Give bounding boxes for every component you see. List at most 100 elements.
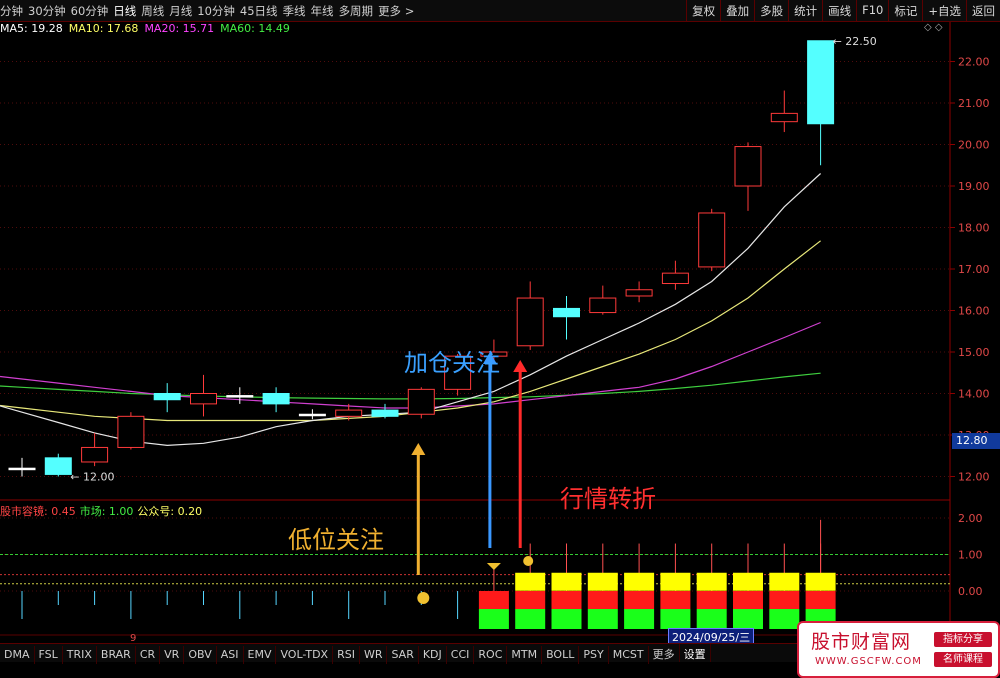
- sub-legend-item-1: 市场: 1.00: [79, 505, 134, 518]
- sub-block-green: [515, 609, 546, 629]
- indicator-tab-0[interactable]: DMA: [0, 646, 35, 664]
- watermark-url: WWW.GSCFW.COM: [815, 656, 922, 667]
- candle-body: [734, 146, 762, 187]
- sub-block-green: [660, 609, 691, 629]
- low-price-label: ← 12.00: [70, 471, 114, 484]
- sub-block-red: [478, 591, 509, 609]
- candle-body: [44, 457, 72, 475]
- candle-body: [262, 393, 290, 405]
- indicator-tab-6[interactable]: OBV: [184, 646, 217, 664]
- annotation-turning-point: 行情转折: [560, 485, 656, 513]
- indicator-tab-10[interactable]: RSI: [333, 646, 360, 664]
- sub-axis-label: 0.00: [958, 585, 983, 598]
- indicator-tab-18[interactable]: PSY: [579, 646, 609, 664]
- sub-block-red: [733, 591, 763, 609]
- indicator-share-button[interactable]: 指标分享: [934, 632, 992, 647]
- price-axis-label: 20.00: [958, 139, 990, 152]
- price-axis-label: 17.00: [958, 263, 990, 276]
- sub-block-red: [696, 591, 727, 609]
- candle-body: [371, 409, 399, 417]
- sub-block-red: [624, 591, 655, 609]
- indicator-tab-12[interactable]: SAR: [387, 646, 419, 664]
- sub-block-yellow: [624, 572, 655, 591]
- moneybag-icon: [523, 556, 534, 566]
- candle-body: [226, 395, 254, 398]
- sub-block-red: [805, 591, 836, 609]
- candle-body: [807, 40, 835, 125]
- indicator-tab-14[interactable]: CCI: [447, 646, 475, 664]
- sub-block-green: [587, 609, 618, 629]
- price-axis-label: 19.00: [958, 180, 990, 193]
- annotation-low-focus: 低位关注: [288, 526, 384, 554]
- price-axis-label: 14.00: [958, 388, 990, 401]
- indicator-tab-9[interactable]: VOL-TDX: [276, 646, 334, 664]
- sub-block-green: [478, 609, 509, 629]
- candle-body: [190, 393, 217, 405]
- indicator-tab-5[interactable]: VR: [160, 646, 185, 664]
- price-axis-label: 22.00: [958, 56, 990, 69]
- indicator-tab-17[interactable]: BOLL: [542, 646, 580, 664]
- smile-icon: [417, 592, 430, 604]
- diamond-signal-icon: [486, 563, 501, 570]
- arrow-low-focus-head: [411, 443, 426, 455]
- sub-block-green: [624, 609, 655, 629]
- sub-legend-item-0: 股市容镜: 0.45: [0, 505, 76, 518]
- indicator-tab-16[interactable]: MTM: [507, 646, 543, 664]
- teacher-course-button[interactable]: 名师课程: [934, 652, 992, 667]
- indicator-tab-20[interactable]: 更多: [649, 644, 680, 662]
- sub-block-green: [551, 609, 582, 629]
- sub-block-red: [515, 591, 546, 609]
- sub-legend-item-2: 公众号: 0.20: [137, 505, 203, 518]
- sub-axis-label: 2.00: [958, 512, 983, 525]
- indicator-tab-4[interactable]: CR: [136, 646, 161, 664]
- sub-block-red: [587, 591, 618, 609]
- indicator-tab-bar: DMA FSL TRIX BRAR CR VR OBV ASI EMV VOL-TDX RSI WR S…: [0, 643, 800, 664]
- price-axis-label: 15.00: [958, 346, 990, 359]
- candle-body: [661, 272, 689, 285]
- sub-block-red: [769, 591, 800, 609]
- high-price-label: ← 22.50: [833, 35, 877, 48]
- kline-chart[interactable]: 22.00 21.00 20.00 19.00 18.00 17.00 16.00 15.00…: [0, 0, 1000, 643]
- indicator-tab-15[interactable]: ROC: [474, 646, 508, 664]
- indicator-tab-11[interactable]: WR: [360, 646, 388, 664]
- candle-body: [298, 413, 326, 417]
- candle-body: [8, 467, 36, 471]
- candle-body: [553, 307, 580, 318]
- indicator-tab-1[interactable]: FSL: [35, 646, 63, 664]
- sub-block-yellow: [696, 572, 727, 591]
- sub-block-green: [696, 609, 727, 629]
- candle-body: [698, 212, 726, 268]
- indicator-tab-2[interactable]: TRIX: [63, 646, 97, 664]
- sub-block-green: [769, 609, 800, 629]
- sub-block-red: [660, 591, 691, 609]
- indicator-tab-8[interactable]: EMV: [244, 646, 277, 664]
- candle-body: [407, 388, 435, 415]
- price-axis-label: 12.00: [958, 471, 990, 484]
- sub-block-yellow: [733, 572, 763, 591]
- annotation-add-position: 加仓关注: [404, 349, 500, 377]
- candle-body: [770, 112, 798, 123]
- indicator-tab-21[interactable]: 设置: [680, 644, 711, 662]
- indicator-tab-7[interactable]: ASI: [217, 646, 244, 664]
- candle-body: [589, 297, 617, 314]
- sub-block-yellow: [587, 572, 618, 591]
- candle-body: [117, 415, 145, 448]
- sub-axis-label: 1.00: [958, 549, 983, 562]
- sub-indicator-legend: 股市容镜: 0.45 市场: 1.00 公众号: 0.20: [0, 503, 206, 519]
- sub-block-yellow: [515, 572, 546, 591]
- current-price-tag: 12.80: [952, 433, 1000, 449]
- candle-body: [625, 289, 653, 297]
- candle-body: [153, 393, 181, 401]
- candle-body: [81, 446, 109, 463]
- price-axis-label: 18.00: [958, 222, 990, 235]
- indicator-tab-13[interactable]: KDJ: [419, 646, 447, 664]
- sub-block-yellow: [805, 572, 836, 591]
- candle-body: [516, 297, 544, 347]
- arrow-turning-point-head: [513, 360, 528, 372]
- indicator-tab-3[interactable]: BRAR: [97, 646, 136, 664]
- sub-block-yellow: [551, 572, 582, 591]
- watermark-title: 股市财富网: [811, 631, 912, 653]
- price-axis-label: 21.00: [958, 97, 990, 110]
- indicator-tab-19[interactable]: MCST: [609, 646, 649, 664]
- watermark-logo: 股市财富网 WWW.GSCFW.COM 指标分享 名师课程: [797, 621, 1000, 678]
